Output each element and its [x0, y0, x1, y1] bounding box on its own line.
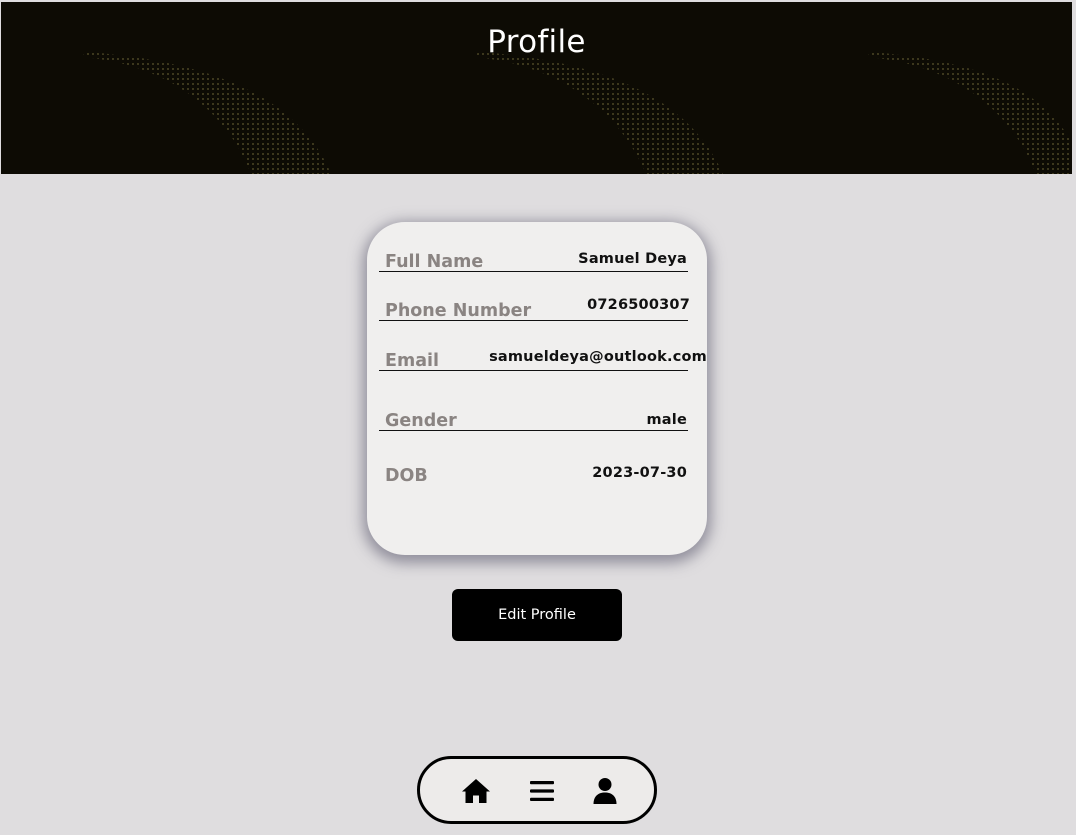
gender-row: Gender male — [379, 400, 688, 431]
profile-page: Profile Full Name Samuel Deya Phone Numb… — [0, 0, 1076, 835]
dob-label: DOB — [385, 466, 428, 486]
bottom-nav — [417, 756, 657, 824]
phone-number-label: Phone Number — [385, 301, 532, 321]
gender-value: male — [646, 412, 687, 428]
phone-number-value: 0726500307 — [587, 297, 690, 313]
dob-row: DOB 2023-07-30 — [379, 455, 688, 486]
email-row: Email samueldeya@outlook.com — [379, 340, 707, 371]
full-name-label: Full Name — [385, 252, 484, 272]
phone-number-row: Phone Number 0726500307 — [379, 290, 690, 321]
full-name-row: Full Name Samuel Deya — [379, 241, 688, 272]
page-title: Profile — [487, 24, 586, 60]
dob-value: 2023-07-30 — [592, 465, 687, 481]
profile-card: Full Name Samuel Deya Phone Number 07265… — [367, 222, 707, 555]
menu-icon[interactable] — [525, 774, 559, 808]
home-icon[interactable] — [459, 774, 493, 808]
profile-header: Profile — [1, 2, 1072, 174]
gender-label: Gender — [385, 411, 457, 431]
edit-profile-button[interactable]: Edit Profile — [452, 589, 622, 641]
full-name-value: Samuel Deya — [578, 251, 687, 267]
email-label: Email — [385, 351, 439, 371]
email-value: samueldeya@outlook.com — [489, 349, 707, 365]
user-icon[interactable] — [588, 774, 622, 808]
